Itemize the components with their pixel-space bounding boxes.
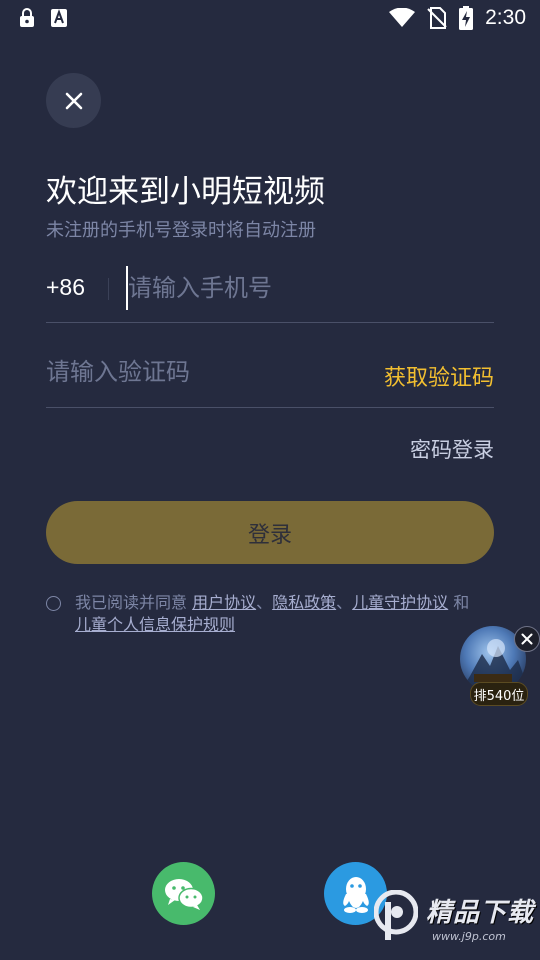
agreement-and: 和 [453,593,470,612]
watermark-text: 精品下载 [426,898,535,928]
wifi-icon [389,8,416,27]
wechat-login-button[interactable] [152,862,215,925]
watermark: 精品下载 www.j9p.com [372,884,540,954]
agreement-text: 我已阅读并同意 用户协议、隐私政策、儿童守护协议 和儿童个人信息保护规则 [46,592,506,636]
country-code[interactable]: +86 [46,274,85,301]
code-row: 获取验证码 [46,346,494,406]
phone-input[interactable] [126,266,488,310]
agreement-prefix: 我已阅读并同意 [75,593,188,612]
verification-code-input[interactable] [46,352,326,392]
login-button-label: 登录 [247,522,292,548]
font-a-icon [51,9,67,27]
code-underline [46,407,494,408]
agreement-separator: 、 [256,593,273,612]
watermark-logo [374,890,418,940]
status-left-icons [18,8,68,28]
agreement-separator: 、 [336,593,353,612]
privacy-policy-link[interactable]: 隐私政策 [272,593,336,612]
agreement-checkbox[interactable] [46,596,61,611]
get-code-button[interactable]: 获取验证码 [384,360,494,392]
page-title: 欢迎来到小明短视频 [46,174,325,210]
status-bar: 2:30 [0,0,540,36]
no-sim-icon [427,7,447,29]
child-info-rules-link[interactable]: 儿童个人信息保护规则 [75,615,235,634]
phone-row: +86 [46,262,494,322]
phone-underline [46,322,494,323]
status-time: 2:30 [485,6,526,29]
status-right: 2:30 [389,6,526,30]
battery-charging-icon [459,6,474,30]
wechat-icon [164,878,204,910]
watermark-url: www.j9p.com [432,930,506,943]
page-subtitle: 未注册的手机号登录时将自动注册 [46,220,316,241]
ad-close-button[interactable] [514,626,540,652]
ad-rank-badge: 排540位 [470,682,528,706]
user-agreement-link[interactable]: 用户协议 [192,593,256,612]
lock-icon [20,8,34,27]
close-button[interactable] [46,73,101,128]
close-icon [65,92,82,109]
close-icon [521,633,533,645]
password-login-link[interactable]: 密码登录 [410,434,494,464]
qq-icon [342,876,369,913]
child-protection-link[interactable]: 儿童守护协议 [352,593,448,612]
country-code-divider [108,278,109,300]
login-button[interactable]: 登录 [46,501,494,564]
floating-ad[interactable]: 排540位 [460,626,540,708]
agreement: 我已阅读并同意 用户协议、隐私政策、儿童守护协议 和儿童个人信息保护规则 [46,592,506,636]
